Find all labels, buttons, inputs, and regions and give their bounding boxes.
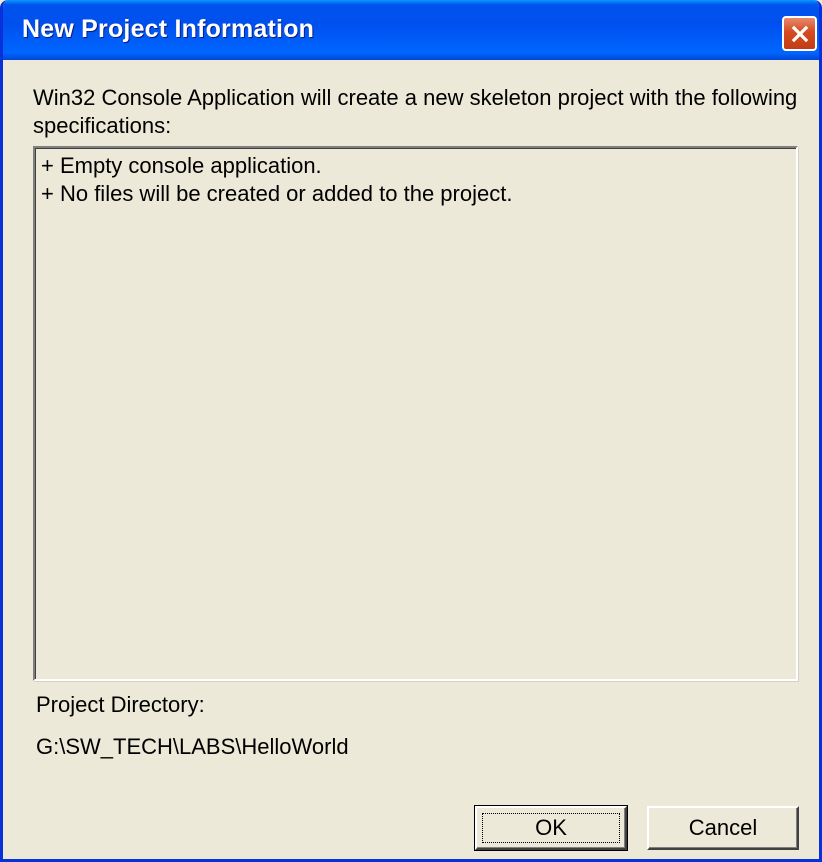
cancel-button-label: Cancel (688, 815, 758, 840)
ok-button[interactable]: OK (474, 805, 628, 851)
specifications-box[interactable]: + Empty console application. + No files … (33, 146, 798, 681)
project-directory-label: Project Directory: (36, 692, 205, 717)
spec-line: + No files will be created or added to t… (41, 181, 513, 206)
dialog-content: Win32 Console Application will create a … (3, 60, 819, 859)
focus-rectangle (482, 813, 620, 843)
project-directory-path: G:\SW_TECH\LABS\HelloWorld (36, 734, 349, 759)
dialog-window: New Project Information Win32 Console Ap… (0, 0, 822, 862)
cancel-button[interactable]: Cancel (647, 806, 799, 850)
spec-line: + Empty console application. (41, 153, 322, 178)
window-title: New Project Information (22, 15, 315, 43)
intro-text: Win32 Console Application will create a … (33, 85, 798, 138)
close-button[interactable] (782, 16, 817, 51)
title-bar[interactable]: New Project Information (3, 0, 819, 60)
close-icon (791, 25, 808, 42)
